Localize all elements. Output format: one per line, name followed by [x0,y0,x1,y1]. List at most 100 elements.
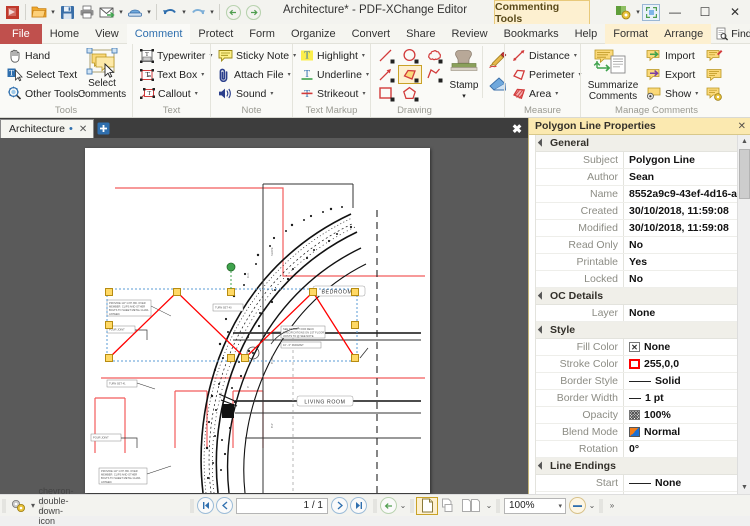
arrow-icon[interactable] [374,65,398,84]
property-row-blend-mode[interactable]: Blend Mode Normal [536,424,738,441]
maximize-button[interactable]: ☐ [690,0,720,24]
tab-protect[interactable]: Protect [190,24,241,44]
theme-icon[interactable] [612,1,634,23]
polygon-line-icon[interactable] [398,65,422,84]
document-tab-architecture[interactable]: Architecture • ✕ [0,119,95,138]
two-page-icon[interactable] [458,497,484,515]
property-row-fill-color[interactable]: Fill Color ✕ None [536,339,738,356]
perimeter-button[interactable]: Perimeter ▾ [508,65,586,84]
zoom-dropdown-icon-2[interactable]: ⌄ [587,501,597,510]
properties-panel-close-icon[interactable]: ✕ [738,121,746,132]
sound-dropdown-icon[interactable]: ▾ [270,90,273,97]
property-row-read-only[interactable]: Read Only No [536,237,738,254]
property-row-opacity[interactable]: Opacity 100% [536,407,738,424]
app-logo-icon[interactable] [2,1,22,23]
property-row-subject[interactable]: Subject Polygon Line [536,152,738,169]
show-comments-dropdown-icon[interactable]: ▾ [695,90,698,97]
property-value-fill-color-cell[interactable]: ✕ None [624,339,738,355]
property-value-read-only[interactable]: No [624,237,738,253]
print-icon[interactable] [77,1,97,23]
tab-share[interactable]: Share [398,24,443,44]
callout-dropdown-icon[interactable]: ▾ [195,90,198,97]
zoom-out-button[interactable] [569,497,586,514]
tab-review[interactable]: Review [443,24,495,44]
properties-scroll-thumb[interactable] [739,149,750,199]
close-button[interactable]: ✕ [720,0,750,24]
property-value-printable[interactable]: Yes [624,254,738,270]
properties-scroll-down-icon[interactable]: ▼ [738,481,750,494]
redo-dropdown-icon[interactable]: ▾ [208,1,216,23]
highlight-dropdown-icon[interactable]: ▾ [362,52,365,59]
property-row-locked[interactable]: Locked No [536,271,738,288]
collapse-triangle-icon-2[interactable]: ◣ [537,291,548,302]
property-row-start[interactable]: Start None [536,475,738,492]
hand-tool-button[interactable]: Hand [3,46,75,65]
scan-dropdown-icon[interactable]: ▾ [145,1,153,23]
ellipse-icon[interactable] [398,46,422,65]
summarize-comments-button[interactable]: Summarize Comments [584,46,642,103]
document-viewport[interactable]: BEDROOMS LIVING ROOM BASEMENT PROVIDE 1/… [0,138,528,494]
distance-button[interactable]: Distance ▾ [508,46,586,65]
strikeout-dropdown-icon[interactable]: ▾ [362,90,365,97]
cloud-icon[interactable] [422,46,446,65]
single-page-icon[interactable] [416,496,438,515]
highlight-button[interactable]: T Highlight ▾ [296,46,373,65]
chevron-double-down-icon[interactable]: chevron-double-down-icon [39,486,74,526]
export-comments-button[interactable]: Export [642,65,702,84]
property-value-stroke-color-cell[interactable]: 255,0,0 [624,356,738,372]
property-row-border-width[interactable]: Border Width 1 pt [536,390,738,407]
continuous-page-icon[interactable] [438,497,458,515]
property-value-subject[interactable]: Polygon Line [624,152,738,168]
property-group-line-endings[interactable]: ◣ Line Endings [536,458,738,475]
tab-form[interactable]: Form [241,24,283,44]
property-value-name[interactable]: 8552a9c9-43ef-4d16-a6425694.. [624,186,738,202]
typewriter-button[interactable]: T Typewriter ▾ [136,46,216,65]
polyline-icon[interactable] [422,65,446,84]
polygon-icon[interactable] [398,84,422,103]
undo-dropdown-icon[interactable]: ▾ [180,1,188,23]
open-icon[interactable] [29,1,49,23]
property-group-style[interactable]: ◣ Style [536,322,738,339]
stamp-button[interactable]: Stamp ▾ [446,46,482,103]
previous-view-dropdown-icon[interactable]: ⌄ [398,501,408,510]
property-value-border-style-cell[interactable]: Solid [624,373,738,389]
property-row-rotation[interactable]: Rotation 0° [536,441,738,458]
toolbar-grip[interactable] [2,498,6,513]
comments-list-icon[interactable] [702,65,726,84]
tab-home[interactable]: Home [42,24,87,44]
properties-vertical-scrollbar[interactable]: ▲ ▼ [737,135,750,494]
collapse-triangle-icon-4[interactable]: ◣ [537,461,548,472]
last-page-button[interactable] [350,497,367,514]
first-page-button[interactable] [197,497,214,514]
tab-view[interactable]: View [87,24,127,44]
pdf-page[interactable]: BEDROOMS LIVING ROOM BASEMENT PROVIDE 1/… [85,148,430,493]
toolbar-grip-7[interactable] [599,498,603,513]
gear-icon[interactable] [8,497,28,515]
close-document-button[interactable]: ✖ [512,122,528,138]
area-dropdown-icon[interactable]: ▾ [555,90,558,97]
toolbar-grip-6[interactable] [496,498,500,513]
minimize-button[interactable]: — [660,0,690,24]
property-row-name[interactable]: Name 8552a9c9-43ef-4d16-a6425694.. [536,186,738,203]
text-box-button[interactable]: T Text Box ▾ [136,65,216,84]
property-group-general[interactable]: ◣ General [536,135,738,152]
property-value-layer[interactable]: None [624,305,738,321]
distance-dropdown-icon[interactable]: ▾ [574,52,577,59]
page-number-input[interactable]: 1 / 1 [236,497,328,514]
property-value-author[interactable]: Sean [624,169,738,185]
tab-format[interactable]: Format [605,24,657,44]
tab-file[interactable]: File [0,24,42,44]
back-icon[interactable] [223,1,243,23]
find-button[interactable]: Find... [711,27,750,41]
property-row-modified[interactable]: Modified 30/10/2018, 11:59:08 [536,220,738,237]
underline-dropdown-icon[interactable]: ▾ [366,71,369,78]
other-tools-button[interactable]: Other Tools ▾ [3,84,86,103]
collapse-triangle-icon[interactable]: ◣ [537,138,548,149]
tab-organize[interactable]: Organize [283,24,344,44]
property-value-start-cell[interactable]: None [624,475,738,491]
forward-icon[interactable] [243,1,263,23]
undo-icon[interactable] [160,1,180,23]
property-row-author[interactable]: Author Sean [536,169,738,186]
stroke-color-swatch-icon[interactable] [629,359,640,369]
property-row-layer[interactable]: Layer None [536,305,738,322]
